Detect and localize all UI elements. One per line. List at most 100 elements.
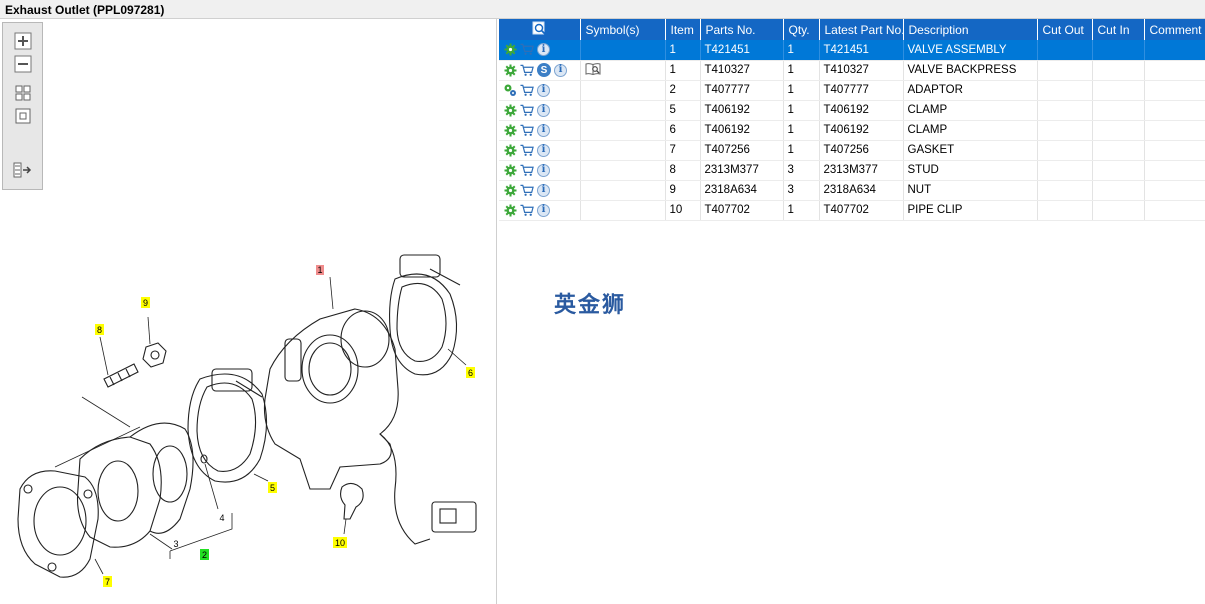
callout-10[interactable]: 10 bbox=[333, 537, 347, 548]
adaptor-part[interactable] bbox=[76, 422, 194, 548]
column-header-tools[interactable] bbox=[499, 19, 581, 40]
table-row[interactable]: i 9 2318A634 3 2318A634 NUT bbox=[499, 180, 1205, 201]
gasket-part[interactable] bbox=[17, 470, 99, 578]
latest-part-no-cell: T407256 bbox=[819, 140, 904, 161]
callout-1[interactable]: 1 bbox=[316, 265, 324, 275]
info-icon[interactable]: i bbox=[537, 183, 550, 197]
cart-icon bbox=[520, 44, 534, 56]
callout-9[interactable]: 9 bbox=[141, 297, 150, 308]
column-header-description[interactable]: Description bbox=[903, 19, 1038, 40]
symbol-button[interactable] bbox=[585, 62, 603, 76]
description-cell: CLAMP bbox=[903, 100, 1038, 121]
qty-cell: 1 bbox=[783, 80, 820, 101]
table-row[interactable]: i 2 T407777 1 T407777 ADAPTOR bbox=[499, 80, 1205, 101]
details-button[interactable] bbox=[503, 203, 517, 217]
svg-text:7: 7 bbox=[105, 577, 110, 587]
callout-6[interactable]: 6 bbox=[466, 367, 475, 378]
cut-out-cell bbox=[1037, 40, 1093, 61]
details-button[interactable] bbox=[503, 63, 517, 77]
table-row[interactable]: i 5 T406192 1 T406192 CLAMP bbox=[499, 100, 1205, 121]
add-to-cart-button[interactable] bbox=[520, 43, 534, 57]
stud-part[interactable] bbox=[103, 363, 139, 388]
details-button[interactable] bbox=[503, 183, 517, 197]
latest-part-no-cell: 2318A634 bbox=[819, 180, 904, 201]
latest-part-no-cell: T406192 bbox=[819, 100, 904, 121]
add-to-cart-button[interactable] bbox=[520, 183, 534, 197]
callout-5[interactable]: 5 bbox=[268, 482, 277, 493]
info-icon[interactable]: i bbox=[537, 83, 550, 97]
qty-cell: 3 bbox=[783, 180, 820, 201]
table-row[interactable]: i 8 2313M377 3 2313M377 STUD bbox=[499, 160, 1205, 181]
part-no-cell: T407256 bbox=[700, 140, 784, 161]
column-header-symbols[interactable]: Symbol(s) bbox=[580, 19, 666, 40]
info-icon[interactable]: i bbox=[537, 163, 550, 177]
details-button[interactable] bbox=[503, 103, 517, 117]
cut-out-cell bbox=[1037, 180, 1093, 201]
info-icon[interactable]: i bbox=[537, 203, 550, 217]
details-button[interactable] bbox=[503, 143, 517, 157]
qty-cell: 1 bbox=[783, 60, 820, 81]
details-button[interactable] bbox=[503, 123, 517, 137]
add-to-cart-button[interactable] bbox=[520, 203, 534, 217]
svg-text:10: 10 bbox=[335, 538, 345, 548]
info-icon[interactable]: i bbox=[537, 103, 550, 117]
description-cell: PIPE CLIP bbox=[903, 200, 1038, 221]
table-row[interactable]: i 7 T407256 1 T407256 GASKET bbox=[499, 140, 1205, 161]
add-to-cart-button[interactable] bbox=[520, 103, 534, 117]
column-header-qty[interactable]: Qty. bbox=[783, 19, 820, 40]
latest-part-no-cell: T407777 bbox=[819, 80, 904, 101]
item-cell: 2 bbox=[665, 80, 701, 101]
info-icon[interactable]: i bbox=[537, 143, 550, 157]
add-to-cart-button[interactable] bbox=[520, 123, 534, 137]
description-cell: ADAPTOR bbox=[903, 80, 1038, 101]
item-cell: 1 bbox=[665, 60, 701, 81]
gear-icon bbox=[504, 64, 516, 76]
symbols-cell[interactable] bbox=[580, 60, 666, 81]
zoom-out-icon bbox=[14, 55, 32, 73]
column-header-cut-out[interactable]: Cut Out bbox=[1037, 19, 1093, 40]
cut-out-cell bbox=[1037, 140, 1093, 161]
callout-8[interactable]: 8 bbox=[95, 324, 104, 335]
column-header-item[interactable]: Item bbox=[665, 19, 701, 40]
table-row[interactable]: Si 1 T410327 1 T410327 VALVE BACKPRESS bbox=[499, 60, 1205, 81]
clamp-part-6[interactable] bbox=[389, 254, 461, 376]
callout-4[interactable]: 4 bbox=[219, 513, 224, 523]
clamp-part-5[interactable] bbox=[187, 368, 268, 483]
zoom-out-button[interactable] bbox=[12, 54, 34, 74]
exploded-diagram[interactable]: 1 2 3 4 5 6 7 8 9 10 bbox=[0, 19, 497, 604]
info-icon[interactable]: i bbox=[537, 123, 550, 137]
supersession-icon[interactable]: S bbox=[537, 63, 551, 77]
column-header-latest-part-no[interactable]: Latest Part No. bbox=[819, 19, 904, 40]
diagram-pane[interactable]: 1 2 3 4 5 6 7 8 9 10 bbox=[0, 19, 497, 604]
add-to-cart-button[interactable] bbox=[520, 163, 534, 177]
gear-icon bbox=[504, 184, 516, 196]
table-row[interactable]: i 6 T406192 1 T406192 CLAMP bbox=[499, 120, 1205, 141]
callout-7[interactable]: 7 bbox=[103, 576, 112, 587]
column-header-comment[interactable]: Comment bbox=[1144, 19, 1205, 40]
pipe-clip-part[interactable] bbox=[339, 482, 364, 520]
column-header-cut-in[interactable]: Cut In bbox=[1092, 19, 1145, 40]
nut-part[interactable] bbox=[142, 342, 167, 368]
add-to-cart-button[interactable] bbox=[520, 63, 534, 77]
add-to-cart-button[interactable] bbox=[520, 143, 534, 157]
details-button[interactable] bbox=[503, 163, 517, 177]
table-row[interactable]: i 10 T407702 1 T407702 PIPE CLIP bbox=[499, 200, 1205, 221]
valve-assembly-part[interactable] bbox=[263, 308, 477, 545]
part-no-cell: T406192 bbox=[700, 100, 784, 121]
latest-part-no-cell: 2313M377 bbox=[819, 160, 904, 181]
details-button[interactable] bbox=[503, 83, 517, 97]
callout-3[interactable]: 3 bbox=[173, 539, 178, 549]
details-button[interactable] bbox=[503, 43, 517, 57]
zoom-in-button[interactable] bbox=[12, 31, 34, 51]
fit-all-icon bbox=[15, 85, 31, 101]
info-icon[interactable]: i bbox=[537, 43, 550, 57]
fit-all-button[interactable] bbox=[12, 83, 34, 103]
toggle-panel-button[interactable] bbox=[12, 160, 34, 180]
column-header-parts-no[interactable]: Parts No. bbox=[700, 19, 784, 40]
callout-2[interactable]: 2 bbox=[200, 549, 209, 560]
table-row[interactable]: i 1 T421451 1 T421451 VALVE ASSEMBLY bbox=[499, 40, 1205, 61]
fit-page-button[interactable] bbox=[12, 106, 34, 126]
add-to-cart-button[interactable] bbox=[520, 83, 534, 97]
row-actions: i bbox=[499, 160, 581, 181]
info-icon[interactable]: i bbox=[554, 63, 567, 77]
